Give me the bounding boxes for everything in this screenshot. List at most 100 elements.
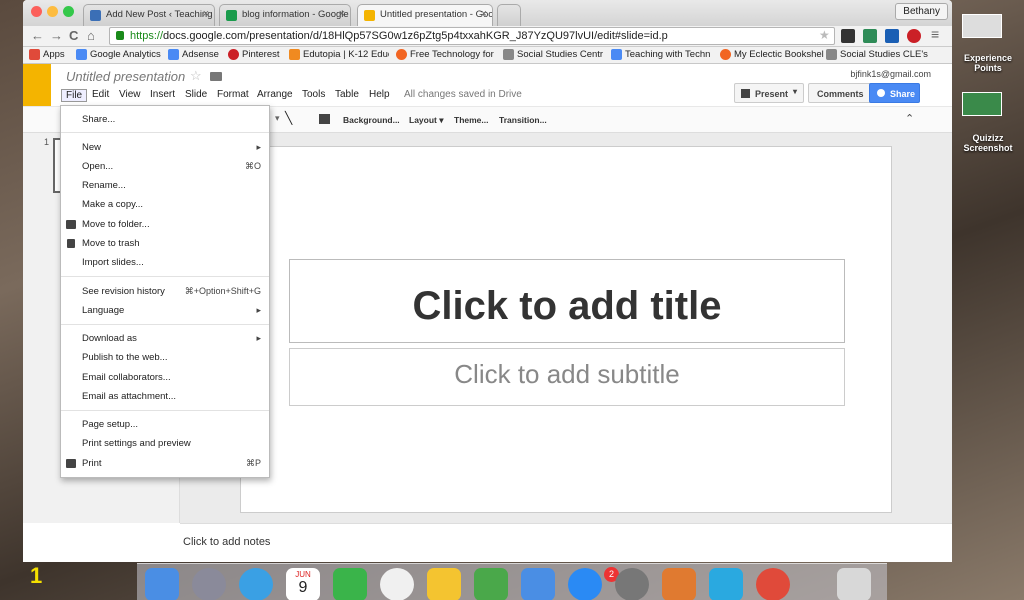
- new-tab-button[interactable]: [497, 4, 521, 26]
- menu-item-language[interactable]: Language: [82, 305, 124, 316]
- menu-item-import-slides[interactable]: Import slides...: [82, 257, 144, 268]
- reload-icon[interactable]: C: [69, 28, 78, 43]
- menu-item-make-copy[interactable]: Make a copy...: [82, 199, 143, 210]
- desktop-file-label[interactable]: Quizizz Screenshot: [952, 133, 1024, 153]
- menu-item-move-to-trash[interactable]: Move to trash: [82, 238, 140, 249]
- close-icon[interactable]: ×: [203, 8, 209, 20]
- experience-points-thumbnail[interactable]: [962, 14, 1002, 38]
- quizizz-screenshot-thumbnail[interactable]: [962, 92, 1002, 116]
- menu-item-revision-history[interactable]: See revision history: [82, 286, 165, 297]
- menu-view[interactable]: View: [119, 89, 141, 100]
- menu-item-download-as[interactable]: Download as: [82, 333, 137, 344]
- collapse-icon[interactable]: ⌃: [905, 112, 914, 125]
- facetime-icon[interactable]: [333, 568, 367, 600]
- menu-arrange[interactable]: Arrange: [257, 89, 293, 100]
- keynote-icon[interactable]: [521, 568, 555, 600]
- calendar-icon[interactable]: JUN 9: [286, 568, 320, 600]
- chevron-down-icon[interactable]: ▾: [275, 113, 280, 124]
- menu-item-publish[interactable]: Publish to the web...: [82, 352, 168, 363]
- menu-help[interactable]: Help: [369, 89, 390, 100]
- pinterest-icon[interactable]: [907, 29, 921, 43]
- close-icon[interactable]: ×: [339, 8, 345, 20]
- theme-button[interactable]: Theme...: [454, 115, 488, 125]
- menu-item-email-attachment[interactable]: Email as attachment...: [82, 391, 176, 402]
- account-email[interactable]: bjfink1s@gmail.com: [850, 69, 931, 79]
- comments-button[interactable]: Comments: [808, 83, 873, 103]
- extension-film-icon[interactable]: [841, 29, 855, 43]
- safari-icon[interactable]: [239, 568, 273, 600]
- star-icon[interactable]: ☆: [190, 68, 202, 84]
- menu-item-rename[interactable]: Rename...: [82, 180, 126, 191]
- zoom-window-button[interactable]: [63, 6, 74, 17]
- address-bar[interactable]: https://docs.google.com/presentation/d/1…: [109, 27, 835, 45]
- subtitle-placeholder[interactable]: Click to add subtitle: [289, 348, 845, 406]
- folder-icon[interactable]: [210, 72, 222, 81]
- bookmark-eclectic-bookshelf[interactable]: My Eclectic Bookshel: [720, 49, 830, 60]
- numbers-icon[interactable]: [474, 568, 508, 600]
- speaker-notes[interactable]: Click to add notes: [180, 523, 952, 562]
- menu-item-email-collaborators[interactable]: Email collaborators...: [82, 372, 171, 383]
- bookmark-pinterest[interactable]: Pinterest: [228, 49, 280, 60]
- menu-item-print[interactable]: Print: [82, 458, 102, 469]
- file-menu-dropdown: Share... New ▸ Open... ⌘O Rename... Make a…: [60, 105, 270, 478]
- transition-button[interactable]: Transition...: [499, 115, 547, 125]
- menu-insert[interactable]: Insert: [150, 89, 175, 100]
- bookmark-teaching-with-techn[interactable]: Teaching with Techn: [611, 49, 717, 60]
- pages-icon[interactable]: [427, 568, 461, 600]
- bookmark-edutopia[interactable]: Edutopia | K-12 Educ: [289, 49, 389, 60]
- extension-docs-icon[interactable]: [885, 29, 899, 43]
- minimize-window-button[interactable]: [47, 6, 58, 17]
- menu-format[interactable]: Format: [217, 89, 249, 100]
- close-icon[interactable]: ×: [481, 8, 487, 20]
- menu-item-page-setup[interactable]: Page setup...: [82, 419, 138, 430]
- bookmark-social-studies-centr[interactable]: Social Studies Centr: [503, 49, 603, 60]
- menu-slide[interactable]: Slide: [185, 89, 207, 100]
- menu-item-print-settings[interactable]: Print settings and preview: [82, 438, 191, 449]
- presentation-title[interactable]: Untitled presentation: [66, 69, 185, 84]
- finder-icon[interactable]: [145, 568, 179, 600]
- home-icon[interactable]: ⌂: [87, 28, 95, 43]
- chrome-icon[interactable]: [756, 568, 790, 600]
- menu-file[interactable]: File: [61, 89, 88, 102]
- back-icon[interactable]: ←: [31, 28, 44, 43]
- bookmark-google-analytics[interactable]: Google Analytics: [76, 49, 161, 60]
- bookmark-free-technology[interactable]: Free Technology for: [396, 49, 496, 60]
- bookmark-star-icon[interactable]: ★: [819, 28, 830, 42]
- bookmark-social-studies-cles[interactable]: Social Studies CLE's: [826, 49, 928, 60]
- system-preferences-icon[interactable]: [615, 568, 649, 600]
- launchpad-icon[interactable]: [192, 568, 226, 600]
- menu-item-move-to-folder[interactable]: Move to folder...: [82, 219, 150, 230]
- forward-icon[interactable]: →: [50, 28, 63, 43]
- title-placeholder[interactable]: Click to add title: [289, 259, 845, 343]
- menu-item-open[interactable]: Open...: [82, 161, 113, 172]
- close-window-button[interactable]: [31, 6, 42, 17]
- menu-tools[interactable]: Tools: [302, 89, 325, 100]
- slide-canvas[interactable]: Click to add title Click to add subtitle: [240, 146, 892, 513]
- menu-edit[interactable]: Edit: [92, 89, 109, 100]
- app-store-icon[interactable]: [568, 568, 602, 600]
- trash-icon[interactable]: [837, 568, 871, 600]
- present-button[interactable]: Present ▾: [734, 83, 804, 103]
- desktop-file-label[interactable]: Experience Points: [952, 53, 1024, 73]
- menu-item-share[interactable]: Share...: [82, 114, 115, 125]
- share-button[interactable]: Share: [869, 83, 920, 103]
- extension-evernote-icon[interactable]: [863, 29, 877, 43]
- background-button[interactable]: Background...: [343, 115, 400, 125]
- bookmark-apps[interactable]: Apps: [29, 49, 65, 60]
- slides-logo-icon[interactable]: [23, 64, 51, 106]
- comment-add-icon[interactable]: [319, 114, 330, 124]
- menu-icon[interactable]: ≡: [931, 26, 939, 42]
- layout-button[interactable]: Layout ▾: [409, 115, 444, 126]
- photos-icon[interactable]: [380, 568, 414, 600]
- tab-2[interactable]: blog information - Google D ×: [219, 4, 351, 26]
- profile-button[interactable]: Bethany: [895, 3, 948, 20]
- twitter-icon[interactable]: [709, 568, 743, 600]
- calculator-icon[interactable]: [662, 568, 696, 600]
- tab-1[interactable]: Add New Post ‹ Teaching w ×: [83, 4, 215, 26]
- menu-item-new[interactable]: New: [82, 142, 101, 153]
- line-tool-icon[interactable]: ╲: [285, 111, 292, 125]
- tab-3-active[interactable]: Untitled presentation - Goo ×: [357, 4, 493, 26]
- chevron-down-icon[interactable]: ▾: [793, 87, 797, 96]
- menu-table[interactable]: Table: [335, 89, 359, 100]
- bookmark-adsense[interactable]: Adsense: [168, 49, 219, 60]
